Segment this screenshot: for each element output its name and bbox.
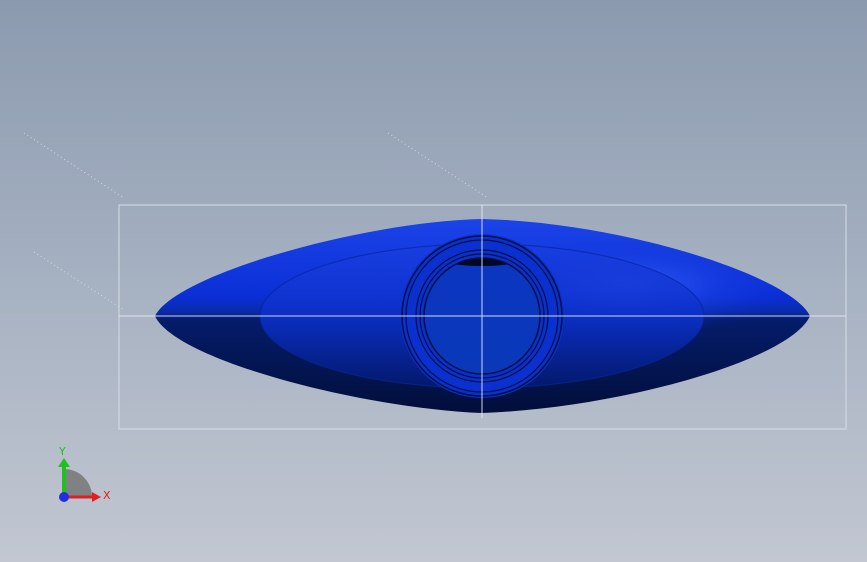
y-axis-arrow [58,458,70,467]
z-axis-dot [59,492,69,502]
x-axis-label: X [103,489,111,502]
axis-triad[interactable]: Y X [58,445,111,502]
triad-quarter-disc [64,469,92,497]
y-axis-label: Y [58,445,66,458]
model-scene[interactable]: Y X [0,0,867,562]
cad-viewport[interactable]: Y X [0,0,867,562]
x-axis-arrow [92,492,101,502]
